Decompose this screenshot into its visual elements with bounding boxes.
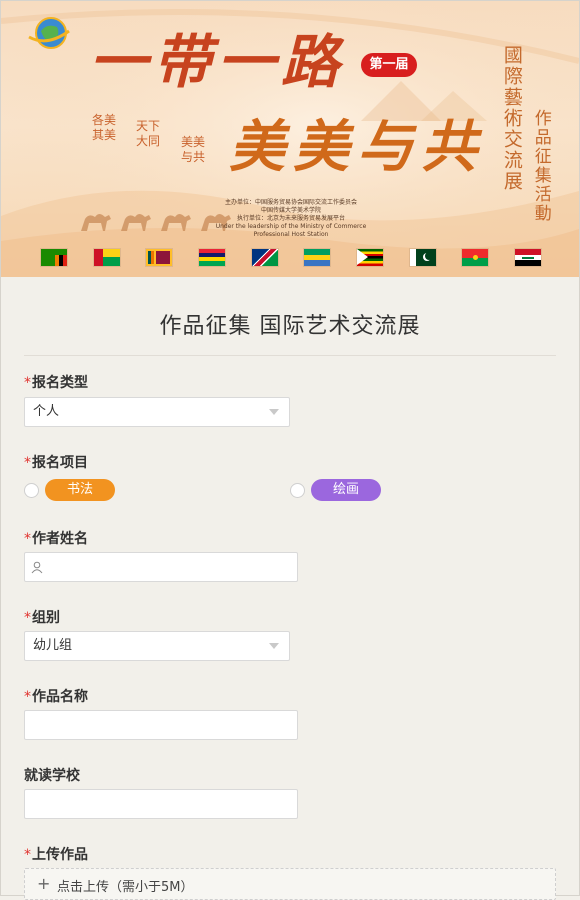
group-label: *组别 [24,607,60,627]
required-mark: * [24,689,31,705]
author-name-input[interactable] [24,552,298,582]
banner-vertical-activity: 作品征集活動 [530,109,551,223]
school-label: 就读学校 [24,765,80,785]
upload-label-text: 上传作品 [32,847,88,863]
work-name-label: *作品名称 [24,686,88,706]
reg-type-select[interactable]: 个人 [24,397,290,427]
required-mark: * [24,375,31,391]
upload-label: *上传作品 [24,844,88,864]
plus-icon: + [37,874,51,893]
organizer-line-1: 主办单位：中国服务贸易协会国际交流工作委员会 [224,199,357,206]
mauritius-flag-icon [198,249,225,266]
group-label-text: 组别 [32,610,60,626]
banner-subtitle: 美美与共 [229,114,485,180]
group-value: 幼儿组 [33,638,73,653]
zimbabwe-flag-icon [356,249,383,266]
organizer-line-5: Professional Host Station [253,231,329,238]
reg-item-label-text: 报名项目 [32,455,88,471]
option-painting[interactable]: 绘画 [311,479,381,501]
organizer-logo-icon [28,17,70,49]
burkina-faso-flag-icon [462,249,489,266]
required-mark: * [24,531,31,547]
reg-type-label: *报名类型 [24,372,88,392]
banner-phrase-2: 天下 大同 [136,119,161,148]
work-name-input[interactable] [24,710,298,740]
organizer-line-4: Under the leadership of the Ministry of … [215,223,367,230]
pakistan-flag-icon [409,249,436,266]
title-divider [24,355,556,356]
radio-painting[interactable] [290,483,305,498]
banner-phrase-3: 美美 与共 [181,135,206,164]
upload-button[interactable]: + 点击上传（需小于5M） [24,868,556,900]
event-banner: 一带一路 第一届 美美与共 國際藝術交流展 作品征集活動 各美 其美 天下 大同… [1,1,579,277]
reg-type-label-text: 报名类型 [32,375,88,391]
zambia-flag-icon [41,249,67,266]
organizer-line-2: 中国传媒大学美术学院 [260,207,321,214]
required-mark: * [24,847,31,863]
organizer-info: 主办单位：中国服务贸易协会国际交流工作委员会 中国传媒大学美术学院 执行单位：北… [201,199,381,239]
banner-title-belt-road: 一带一路 [89,28,346,96]
upload-button-text: 点击上传（需小于5M） [57,880,194,895]
user-icon [31,561,43,574]
chevron-down-icon [269,409,279,415]
banner-vertical-exhibition: 國際藝術交流展 [500,45,523,192]
gabon-flag-icon [304,249,331,266]
author-name-label-text: 作者姓名 [32,531,88,547]
edition-badge: 第一届 [361,53,417,77]
required-mark: * [24,610,31,626]
iraq-flag-icon [514,249,541,266]
school-label-text: 就读学校 [24,768,80,784]
sri-lanka-flag-icon [146,249,173,266]
guinea-bissau-flag-icon [93,249,120,266]
banner-phrase-1: 各美 其美 [92,113,117,142]
organizer-line-3: 执行单位：北京为未来服务贸易发展平台 [236,215,345,222]
radio-calligraphy[interactable] [24,483,39,498]
flag-row [41,249,541,269]
school-input[interactable] [24,789,298,819]
reg-type-value: 个人 [33,404,60,419]
form-title: 作品征集 国际艺术交流展 [159,314,421,339]
author-name-label: *作者姓名 [24,528,88,548]
reg-item-label: *报名项目 [24,452,88,472]
chevron-down-icon [269,643,279,649]
work-name-label-text: 作品名称 [32,689,88,705]
required-mark: * [24,455,31,471]
group-select[interactable]: 幼儿组 [24,631,290,661]
option-calligraphy[interactable]: 书法 [45,479,115,501]
namibia-flag-icon [251,249,278,266]
